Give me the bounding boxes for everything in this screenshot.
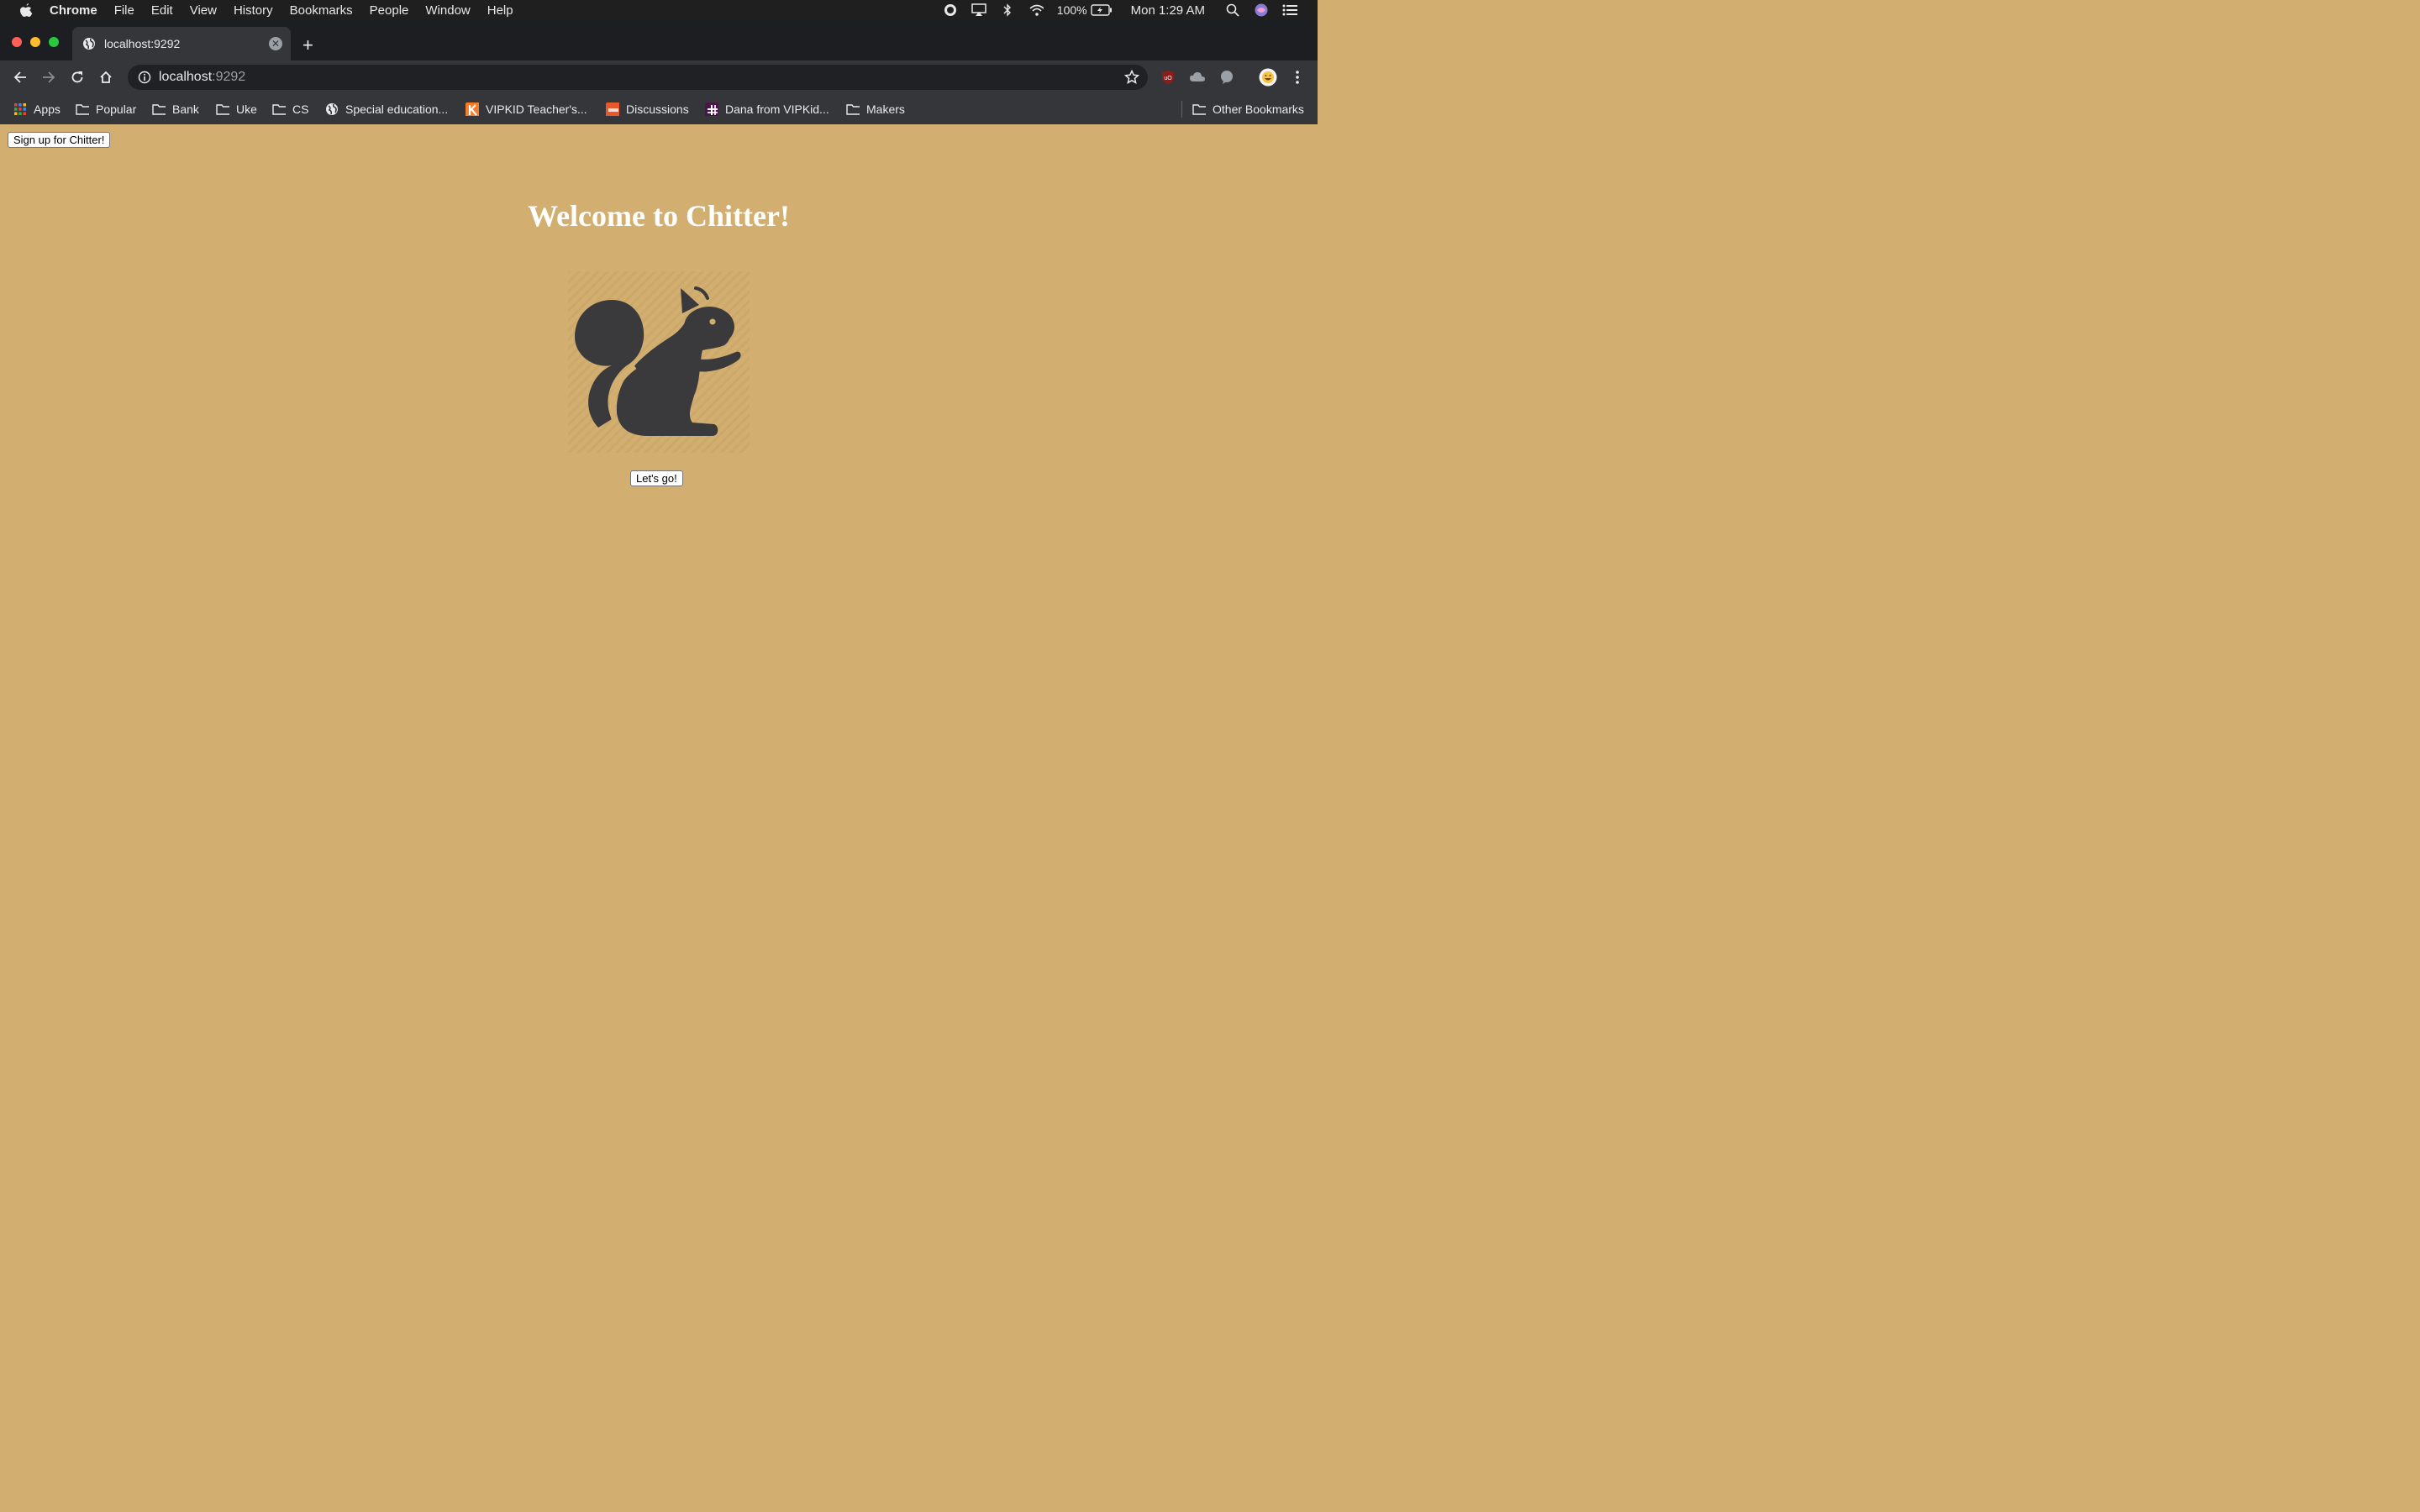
url-text: localhost:9292: [159, 70, 245, 85]
bookmark-other-bookmarks[interactable]: Other Bookmarks: [1192, 100, 1304, 118]
address-bar[interactable]: localhost:9292: [128, 65, 1148, 90]
notification-center-icon[interactable]: [1282, 3, 1297, 18]
tab-active[interactable]: localhost:9292 ✕: [72, 27, 291, 60]
globe-icon: [326, 103, 338, 115]
tab-close-icon[interactable]: ✕: [269, 37, 282, 50]
ublock-extension-icon[interactable]: uO: [1160, 69, 1176, 86]
extension-cloud-icon[interactable]: [1189, 69, 1206, 86]
folder-icon: [846, 104, 860, 115]
chrome-menu-icon[interactable]: [1289, 69, 1306, 86]
bookmark-folder-popular[interactable]: Popular: [76, 100, 136, 118]
menu-chrome[interactable]: Chrome: [50, 3, 97, 18]
folder-icon: [1192, 104, 1206, 115]
bookmark-vipkid-teacher[interactable]: VIPKID Teacher's...: [466, 100, 587, 118]
svg-text:uO: uO: [1164, 76, 1172, 81]
page-title: Welcome to Chitter!: [528, 199, 790, 233]
airplay-icon[interactable]: [971, 3, 986, 18]
bookmark-label: Other Bookmarks: [1213, 102, 1304, 116]
info-icon[interactable]: [138, 71, 151, 84]
bookmark-label: Apps: [34, 102, 60, 116]
bookmark-label: Special education...: [345, 102, 449, 116]
new-tab-icon[interactable]: +: [302, 36, 313, 55]
menu-people[interactable]: People: [370, 3, 409, 18]
bookmark-label: Discussions: [626, 102, 689, 116]
spotlight-search-icon[interactable]: [1225, 3, 1240, 18]
bookmark-special-education[interactable]: Special education...: [325, 100, 448, 118]
bookmark-folder-uke[interactable]: Uke: [216, 100, 257, 118]
bookmark-dana-vipkid[interactable]: Dana from VIPKid...: [705, 100, 829, 118]
bookmark-label: Bank: [172, 102, 199, 116]
bookmark-label: Popular: [96, 102, 137, 116]
bookmark-discussions[interactable]: Discussions: [606, 100, 689, 118]
clock[interactable]: Mon 1:29 AM: [1131, 3, 1205, 18]
globe-icon: [82, 37, 96, 50]
bookmark-folder-cs[interactable]: CS: [272, 100, 308, 118]
vipkid-logo-icon: [466, 102, 479, 116]
menu-file[interactable]: File: [114, 3, 134, 18]
bookmark-label: Uke: [236, 102, 257, 116]
signup-button[interactable]: Sign up for Chitter!: [8, 132, 111, 148]
squirrel-icon: [568, 271, 750, 453]
window-minimize-button[interactable]: [30, 37, 40, 47]
browser-toolbar: localhost:9292: [0, 60, 1318, 94]
tab-title: localhost:9292: [104, 37, 181, 50]
back-arrow-icon[interactable]: [12, 69, 29, 86]
siri-icon[interactable]: [1254, 3, 1269, 18]
window-maximize-button[interactable]: [49, 37, 59, 47]
menu-history[interactable]: History: [234, 3, 273, 18]
macos-menu-bar: Chrome File Edit View History Bookmarks …: [0, 0, 1318, 20]
apps-grid-icon: [14, 103, 26, 115]
battery-percent: 100%: [1056, 3, 1087, 17]
url-host: localhost: [159, 70, 213, 84]
bookmark-folder-makers[interactable]: Makers: [846, 100, 905, 118]
forward-arrow-icon[interactable]: [40, 69, 57, 86]
apple-menu-icon[interactable]: [18, 3, 34, 18]
bookmark-label: Dana from VIPKid...: [725, 102, 829, 116]
window-close-button[interactable]: [12, 37, 22, 47]
folder-icon: [216, 104, 229, 115]
slack-icon: [705, 102, 718, 116]
bookmark-label: CS: [292, 102, 309, 116]
battery-icon[interactable]: [1090, 3, 1113, 18]
lets-go-button[interactable]: Let's go!: [630, 470, 683, 486]
bookmark-label: VIPKID Teacher's...: [486, 102, 587, 116]
wifi-icon[interactable]: [1028, 3, 1044, 18]
extension-chat-icon[interactable]: [1218, 69, 1235, 86]
menu-edit[interactable]: Edit: [151, 3, 173, 18]
menu-help[interactable]: Help: [487, 3, 513, 18]
reload-icon[interactable]: [69, 69, 86, 86]
bookmark-label: Makers: [866, 102, 905, 116]
bookmarks-divider: [1181, 101, 1182, 118]
screen-record-icon[interactable]: [943, 3, 958, 18]
bluetooth-icon[interactable]: [1000, 3, 1015, 18]
discussions-logo-icon: [606, 102, 619, 116]
bookmark-star-icon[interactable]: [1123, 69, 1140, 85]
profile-avatar-icon[interactable]: [1259, 68, 1277, 87]
bookmarks-bar: Apps Popular Bank Uke CS Special educati…: [0, 94, 1318, 124]
menu-window[interactable]: Window: [425, 3, 470, 18]
url-port: :9292: [212, 70, 246, 84]
status-area: 100% Mon 1:29 AM: [943, 0, 1318, 20]
home-icon[interactable]: [97, 69, 114, 86]
menu-view[interactable]: View: [190, 3, 217, 18]
bookmark-apps[interactable]: Apps: [13, 100, 60, 118]
tab-strip: localhost:9292 ✕ +: [0, 20, 1318, 60]
folder-icon: [152, 104, 166, 115]
bookmark-folder-bank[interactable]: Bank: [152, 100, 199, 118]
folder-icon: [272, 104, 286, 115]
page-content: Sign up for Chitter! Welcome to Chitter!: [0, 124, 1318, 823]
menu-bookmarks[interactable]: Bookmarks: [290, 3, 353, 18]
folder-icon: [76, 104, 89, 115]
